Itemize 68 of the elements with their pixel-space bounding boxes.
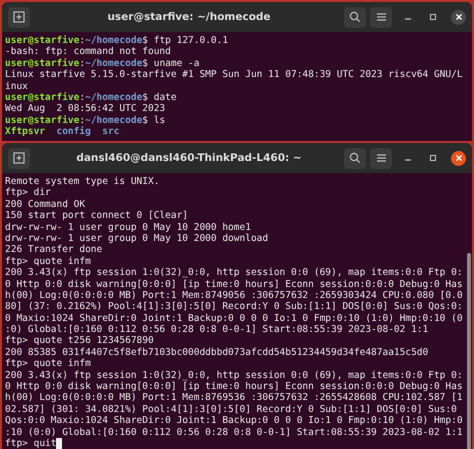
terminal-text: Xftpsvr [5,126,46,138]
terminal-text: ~/homecode [85,114,142,126]
terminal-text: Linux starfive 5.15.0-starfive #1 SMP Sun Jun 11 07:48:39 UTC 2023 riscv64 GNU/L [5,69,463,80]
new-tab-icon [13,152,25,164]
terminal-text: ftp> quote infm [5,358,91,370]
terminal-text: Wed Aug 2 08:56:42 UTC 2023 [5,103,166,114]
terminal-text: :0) Global:[0:160 0:112 0:56 0:28 0:8 0-0-1] Start:08:55:39 2023-08-02 1:1 [5,324,428,336]
new-tab-button[interactable] [8,6,30,28]
menu-icon [376,153,386,163]
terminal-text: -bash: ftp: command not found [5,46,171,58]
terminal-text: Remote system type is UNIX. [5,176,160,187]
terminal-text: user@starfive [5,35,80,46]
maximize-icon [429,154,437,162]
window-title: user@starfive: ~/homecode [106,11,272,23]
terminal-text: 226 Transfer done [5,244,102,256]
menu-button[interactable] [370,148,392,168]
terminal-text: $ ls [142,114,166,126]
scrollbar[interactable] [467,253,471,449]
menu-icon [376,12,386,22]
terminal-text: 200 3.43(x) ftp session 1:0(32)_0:0, http session 0:0 (69), map items:0:0 Ftp 0: [5,370,463,381]
terminal-text: : [79,114,86,126]
search-button[interactable] [344,148,366,168]
terminal-text: ~/homecode [85,35,142,46]
terminal-text: ftp> dir [5,187,51,198]
terminal-text: user@starfive [5,58,80,69]
terminal-text: ~/homecode [85,58,142,69]
terminal-text: ftp> quote t256 1234567890 [5,335,154,346]
terminal-text: $ date [142,92,177,103]
terminal-text: h(00) Log:0(0:0:0:0 MB) Port:1 Mem:8769536 :306757632 :2655428608 CPU:102.587 [1 [5,392,463,404]
terminal-text: Qos:0:0 Maxio:1024 ShareDir:0 Joint:1 Backup:0 0 0 0 Io:1 0 Fmp:0:10 (1:0) Hmp:0 [5,415,463,426]
close-icon [454,154,462,162]
terminal-text: $ ftp 127.0.0.1 [142,35,228,46]
maximize-icon [429,13,437,21]
terminal-text: ~/homecode [85,92,142,103]
close-button[interactable] [451,150,466,166]
terminal-text: 02.587] (301: 34.0821%) Pool:4[1]:3[0]:5[0] Record:Y 0 Sub:[1:1] DOS[0:0] Sus:0 [5,404,457,415]
terminal-text: 0 Maxio:1024 ShareDir:0 Joint:1 Backup:0 0 0 0 Io:1 0 Fmp:0:10 (1:0) Hmp:0:10 (0 [5,312,463,324]
terminal-text: 200 3.43(x) ftp session 1:0(32)_0:0, http session 0:0 (69), map items:0:0 Ftp 0: [5,267,463,278]
terminal-text: ftp> quit [5,438,56,449]
search-button[interactable] [344,6,366,28]
terminal-text: inux [5,80,28,92]
search-icon [349,11,361,23]
terminal-text: : [79,58,86,69]
terminal-text: 0 Http 0:0 disk warning[0:0:0] [ip time:0 hours] Econn session:0:0:0 Debug:0 Has [5,278,463,290]
close-button[interactable] [451,10,466,24]
terminal-text: drw-rw-rw- 1 user group 0 May 10 2000 download [5,232,268,244]
new-tab-icon [13,11,25,23]
terminal-text: src [102,126,120,138]
search-icon [349,152,361,164]
terminal-text: : [79,35,86,46]
terminal-text: user@starfive [5,114,80,126]
terminal-text: $ uname -a [142,58,200,69]
terminal-text: user@starfive [5,92,80,103]
terminal-text: : [79,92,86,103]
terminal-text: 200 Command OK [5,198,86,210]
terminal-text: drw-rw-rw- 1 user group 0 May 10 2000 home1 [5,222,251,233]
terminal-text: h(00) Log:0(0:0:0:0 MB) Port:1 Mem:8749056 :306757632 :2659303424 CPU:0.080 [0.0 [5,290,463,301]
menu-button[interactable] [370,6,392,28]
terminal-text: 0 Http 0:0 disk warning[0:0:0] [ip time:0 hours] Econn session:0:0:0 Debug:0 Has [5,381,463,392]
terminal-text: 150 start port connect 0 [Clear] [5,210,188,222]
window-title: dansl460@dansl460-ThinkPad-L460: ~ [75,152,303,164]
terminal-text: 200 85385 031f4407c5f8efb7103bc000ddbbd073afcdd54b51234459d34fe487aa15c5d0 [5,346,428,358]
new-tab-button[interactable] [8,148,30,168]
terminal-text: 80] (37: 0.2162%) Pool:4[1]:3[0]:5[0] Record:Y 0 Sub:[1:1] DOS[0:0] Sus:0 Qos:0: [5,301,463,312]
terminal-text: config [56,126,91,138]
terminal-text: ftp> quote infm [5,256,91,267]
terminal-text: :10 (0:0) Global:[0:160 0:112 0:56 0:28 0:8 0-0-1] Start:08:55:39 2023-08-02 1:1 [5,426,463,438]
close-icon [454,13,462,21]
